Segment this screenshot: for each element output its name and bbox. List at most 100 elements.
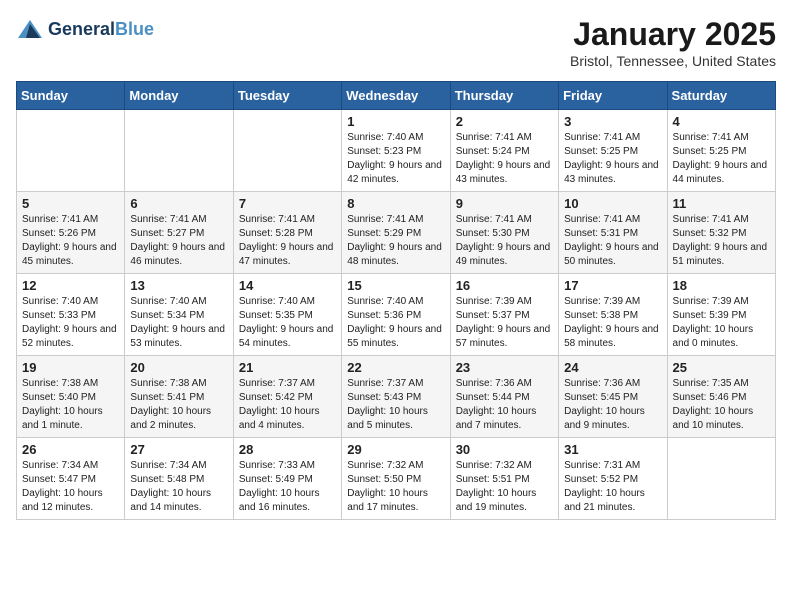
calendar-cell: 11 Sunrise: 7:41 AM Sunset: 5:32 PM Dayli…	[667, 192, 775, 274]
calendar-cell: 29 Sunrise: 7:32 AM Sunset: 5:50 PM Dayli…	[342, 438, 450, 520]
day-info: Sunrise: 7:41 AM Sunset: 5:25 PM Dayligh…	[673, 131, 770, 187]
calendar-cell: 18 Sunrise: 7:39 AM Sunset: 5:39 PM Dayli…	[667, 274, 775, 356]
calendar-cell: 23Sunrise: 7:36 AM Sunset: 5:44 PM Dayli…	[450, 356, 558, 438]
day-number: 20	[130, 360, 227, 375]
calendar-cell: 13Sunrise: 7:40 AM Sunset: 5:34 PM Dayli…	[125, 274, 233, 356]
day-info: Sunrise: 7:40 AM Sunset: 5:34 PM Dayligh…	[130, 295, 227, 351]
day-info: Sunrise: 7:33 AM Sunset: 5:49 PM Dayligh…	[239, 459, 336, 515]
calendar-week-row: 1 Sunrise: 7:40 AM Sunset: 5:23 PM Daylig…	[17, 110, 776, 192]
day-info: Sunrise: 7:40 AM Sunset: 5:33 PM Dayligh…	[22, 295, 119, 351]
day-number: 19	[22, 360, 119, 375]
day-info: Sunrise: 7:36 AM Sunset: 5:45 PM Dayligh…	[564, 377, 661, 433]
calendar-cell: 3Sunrise: 7:41 AM Sunset: 5:25 PM Daylig…	[559, 110, 667, 192]
day-info: Sunrise: 7:41 AM Sunset: 5:32 PM Dayligh…	[673, 213, 770, 269]
day-info: Sunrise: 7:41 AM Sunset: 5:26 PM Dayligh…	[22, 213, 119, 269]
logo-text: GeneralBlue	[48, 20, 154, 40]
calendar-cell: 6 Sunrise: 7:41 AM Sunset: 5:27 PM Daylig…	[125, 192, 233, 274]
day-number: 29	[347, 442, 444, 457]
day-number: 23	[456, 360, 553, 375]
calendar-week-row: 19 Sunrise: 7:38 AM Sunset: 5:40 PM Dayli…	[17, 356, 776, 438]
calendar-cell: 2Sunrise: 7:41 AM Sunset: 5:24 PM Daylig…	[450, 110, 558, 192]
logo-icon	[16, 16, 44, 44]
day-info: Sunrise: 7:40 AM Sunset: 5:23 PM Dayligh…	[347, 131, 444, 187]
calendar-cell: 24 Sunrise: 7:36 AM Sunset: 5:45 PM Dayli…	[559, 356, 667, 438]
logo: GeneralBlue	[16, 16, 154, 44]
calendar-cell: 10 Sunrise: 7:41 AM Sunset: 5:31 PM Dayli…	[559, 192, 667, 274]
day-info: Sunrise: 7:40 AM Sunset: 5:35 PM Dayligh…	[239, 295, 336, 351]
day-number: 24	[564, 360, 661, 375]
weekday-header: Tuesday	[233, 82, 341, 110]
day-info: Sunrise: 7:37 AM Sunset: 5:43 PM Dayligh…	[347, 377, 444, 433]
calendar-cell: 21 Sunrise: 7:37 AM Sunset: 5:42 PM Dayli…	[233, 356, 341, 438]
day-info: Sunrise: 7:32 AM Sunset: 5:50 PM Dayligh…	[347, 459, 444, 515]
calendar-cell: 26 Sunrise: 7:34 AM Sunset: 5:47 PM Dayli…	[17, 438, 125, 520]
day-number: 8	[347, 196, 444, 211]
day-number: 16	[456, 278, 553, 293]
day-info: Sunrise: 7:32 AM Sunset: 5:51 PM Dayligh…	[456, 459, 553, 515]
calendar-cell: 7 Sunrise: 7:41 AM Sunset: 5:28 PM Daylig…	[233, 192, 341, 274]
month-title: January 2025	[570, 16, 776, 53]
calendar-table: SundayMondayTuesdayWednesdayThursdayFrid…	[16, 81, 776, 520]
calendar-cell: 20 Sunrise: 7:38 AM Sunset: 5:41 PM Dayli…	[125, 356, 233, 438]
calendar-header-row: SundayMondayTuesdayWednesdayThursdayFrid…	[17, 82, 776, 110]
day-info: Sunrise: 7:39 AM Sunset: 5:39 PM Dayligh…	[673, 295, 770, 351]
weekday-header: Monday	[125, 82, 233, 110]
day-number: 21	[239, 360, 336, 375]
day-info: Sunrise: 7:41 AM Sunset: 5:30 PM Dayligh…	[456, 213, 553, 269]
day-info: Sunrise: 7:31 AM Sunset: 5:52 PM Dayligh…	[564, 459, 661, 515]
calendar-cell: 8 Sunrise: 7:41 AM Sunset: 5:29 PM Daylig…	[342, 192, 450, 274]
weekday-header: Thursday	[450, 82, 558, 110]
day-info: Sunrise: 7:41 AM Sunset: 5:28 PM Dayligh…	[239, 213, 336, 269]
calendar-cell: 14 Sunrise: 7:40 AM Sunset: 5:35 PM Dayli…	[233, 274, 341, 356]
day-number: 6	[130, 196, 227, 211]
calendar-cell: 17Sunrise: 7:39 AM Sunset: 5:38 PM Dayli…	[559, 274, 667, 356]
calendar-cell	[233, 110, 341, 192]
day-number: 1	[347, 114, 444, 129]
calendar-cell: 4 Sunrise: 7:41 AM Sunset: 5:25 PM Daylig…	[667, 110, 775, 192]
day-info: Sunrise: 7:41 AM Sunset: 5:31 PM Dayligh…	[564, 213, 661, 269]
day-info: Sunrise: 7:34 AM Sunset: 5:47 PM Dayligh…	[22, 459, 119, 515]
day-info: Sunrise: 7:39 AM Sunset: 5:38 PM Dayligh…	[564, 295, 661, 351]
day-number: 9	[456, 196, 553, 211]
day-number: 10	[564, 196, 661, 211]
day-number: 28	[239, 442, 336, 457]
day-info: Sunrise: 7:35 AM Sunset: 5:46 PM Dayligh…	[673, 377, 770, 433]
day-info: Sunrise: 7:37 AM Sunset: 5:42 PM Dayligh…	[239, 377, 336, 433]
weekday-header: Saturday	[667, 82, 775, 110]
day-number: 11	[673, 196, 770, 211]
calendar-week-row: 26 Sunrise: 7:34 AM Sunset: 5:47 PM Dayli…	[17, 438, 776, 520]
day-info: Sunrise: 7:34 AM Sunset: 5:48 PM Dayligh…	[130, 459, 227, 515]
day-number: 4	[673, 114, 770, 129]
day-number: 15	[347, 278, 444, 293]
calendar-cell: 16Sunrise: 7:39 AM Sunset: 5:37 PM Dayli…	[450, 274, 558, 356]
calendar-cell: 30Sunrise: 7:32 AM Sunset: 5:51 PM Dayli…	[450, 438, 558, 520]
calendar-cell: 19 Sunrise: 7:38 AM Sunset: 5:40 PM Dayli…	[17, 356, 125, 438]
calendar-cell: 15 Sunrise: 7:40 AM Sunset: 5:36 PM Dayli…	[342, 274, 450, 356]
day-number: 25	[673, 360, 770, 375]
calendar-cell: 25 Sunrise: 7:35 AM Sunset: 5:46 PM Dayli…	[667, 356, 775, 438]
calendar-cell	[17, 110, 125, 192]
day-number: 22	[347, 360, 444, 375]
day-info: Sunrise: 7:41 AM Sunset: 5:29 PM Dayligh…	[347, 213, 444, 269]
day-info: Sunrise: 7:38 AM Sunset: 5:41 PM Dayligh…	[130, 377, 227, 433]
day-number: 12	[22, 278, 119, 293]
day-number: 14	[239, 278, 336, 293]
day-info: Sunrise: 7:41 AM Sunset: 5:24 PM Dayligh…	[456, 131, 553, 187]
calendar-cell: 1 Sunrise: 7:40 AM Sunset: 5:23 PM Daylig…	[342, 110, 450, 192]
calendar-cell: 27Sunrise: 7:34 AM Sunset: 5:48 PM Dayli…	[125, 438, 233, 520]
title-block: January 2025 Bristol, Tennessee, United …	[570, 16, 776, 69]
day-info: Sunrise: 7:40 AM Sunset: 5:36 PM Dayligh…	[347, 295, 444, 351]
location: Bristol, Tennessee, United States	[570, 53, 776, 69]
calendar-cell: 9 Sunrise: 7:41 AM Sunset: 5:30 PM Daylig…	[450, 192, 558, 274]
calendar-week-row: 5Sunrise: 7:41 AM Sunset: 5:26 PM Daylig…	[17, 192, 776, 274]
day-number: 26	[22, 442, 119, 457]
day-number: 31	[564, 442, 661, 457]
calendar-week-row: 12 Sunrise: 7:40 AM Sunset: 5:33 PM Dayli…	[17, 274, 776, 356]
calendar-cell: 28 Sunrise: 7:33 AM Sunset: 5:49 PM Dayli…	[233, 438, 341, 520]
calendar-cell	[125, 110, 233, 192]
day-info: Sunrise: 7:41 AM Sunset: 5:27 PM Dayligh…	[130, 213, 227, 269]
weekday-header: Friday	[559, 82, 667, 110]
day-number: 7	[239, 196, 336, 211]
day-info: Sunrise: 7:38 AM Sunset: 5:40 PM Dayligh…	[22, 377, 119, 433]
day-number: 18	[673, 278, 770, 293]
